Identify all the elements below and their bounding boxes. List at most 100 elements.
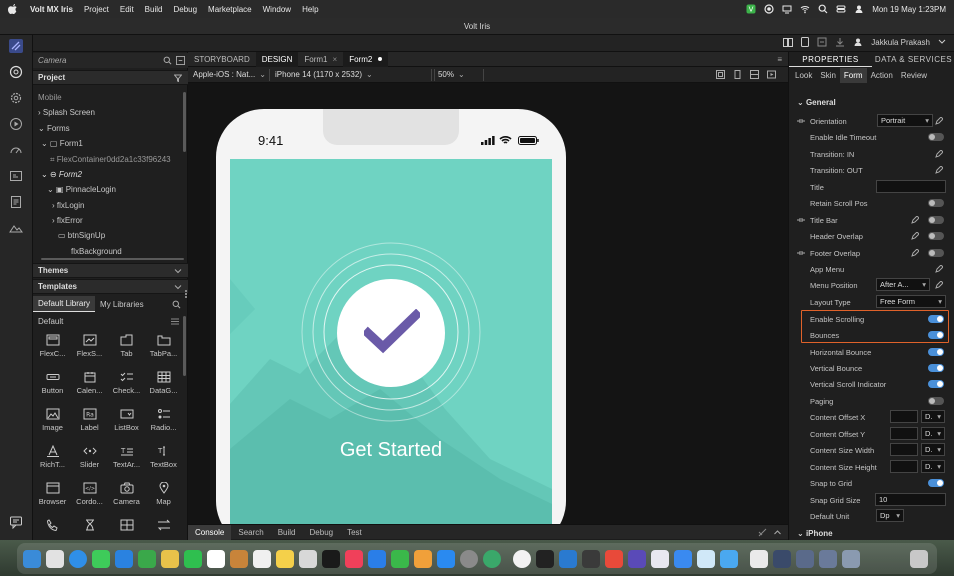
tab-my-libraries[interactable]: My Libraries [95,297,149,312]
menu-window[interactable]: Window [263,5,291,14]
menu-marketplace[interactable]: Marketplace [208,5,252,14]
widget-datagrid[interactable]: DataG... [145,369,182,405]
keynote-icon[interactable] [368,550,386,568]
wifi-icon[interactable] [800,4,810,14]
bounces-toggle[interactable] [928,331,944,339]
system-settings-icon[interactable] [460,550,478,568]
list-view-icon[interactable] [171,318,179,325]
code-icon[interactable] [9,169,23,183]
library-category[interactable]: Default [33,314,185,329]
content-offset-x-unit[interactable]: D. ▾ [921,410,945,423]
recent-doc-icon[interactable] [750,550,768,568]
tree-pinnaclelogin[interactable]: ⌄ ▣ PinnacleLogin [47,182,116,197]
content-size-width-unit[interactable]: D. ▾ [921,443,945,456]
widget-switch[interactable] [145,517,182,531]
calendar-icon[interactable] [207,550,225,568]
search-icon[interactable] [172,300,181,309]
tree-forms[interactable]: ⌄ Forms [38,121,70,136]
chat-icon[interactable] [9,515,23,529]
menu-position-select[interactable]: After A... ▾ [876,278,930,291]
recent-window-icon[interactable] [796,550,814,568]
tab-debug[interactable]: Debug [303,525,341,540]
widget-textarea[interactable]: T TextAr... [108,443,145,479]
content-offset-y-input[interactable] [890,427,918,440]
contacts-icon[interactable] [230,550,248,568]
widget-slider[interactable]: Slider [71,443,108,479]
vscode-icon[interactable] [559,550,577,568]
tab-search[interactable]: Search [231,525,270,540]
account-name[interactable]: Jakkula Prakash [871,38,930,47]
content-offset-y-unit[interactable]: D. ▾ [921,427,945,440]
widget-radio[interactable]: Radio... [145,406,182,442]
edit-icon[interactable] [935,150,943,158]
tree-form1[interactable]: ⌄ ▢ Form1 [41,136,83,151]
trash-icon[interactable] [910,550,928,568]
search-input[interactable]: Camera [38,56,66,65]
tab-form1[interactable]: Form1 × [298,52,343,67]
snap-to-grid-toggle[interactable] [928,479,944,487]
templates-section-header[interactable]: Templates [33,279,188,294]
idle-timeout-toggle[interactable] [928,133,944,141]
play-icon[interactable] [9,117,23,131]
close-icon[interactable]: × [333,55,338,64]
widget-cordova[interactable]: </> Cordo... [71,480,108,516]
project-section-header[interactable]: Project [33,70,188,85]
widget-tabpane[interactable]: TabPa... [145,332,182,368]
title-bar-toggle[interactable] [928,216,944,224]
menu-debug[interactable]: Debug [173,5,197,14]
snap-grid-size-input[interactable]: 10 [875,493,946,506]
widget-textbox[interactable]: T TextBox [145,443,182,479]
tab-form2[interactable]: Form2 [343,51,389,67]
zoom-select[interactable]: 50% ⌄ [433,68,484,81]
retain-scroll-toggle[interactable] [928,199,944,207]
get-started-button[interactable]: Get Started [230,439,552,462]
widget-tab[interactable]: Tab [108,332,145,368]
clear-console-icon[interactable] [758,528,767,537]
recent-window-icon[interactable] [773,550,791,568]
filter-icon[interactable] [174,74,182,82]
menu-project[interactable]: Project [84,5,109,14]
widget-button[interactable]: Button [34,369,71,405]
recent-window-icon[interactable] [819,550,837,568]
search-icon[interactable] [818,4,828,14]
project-explorer-icon[interactable] [9,65,23,79]
chevron-up-icon[interactable] [773,528,782,537]
chevron-down-icon[interactable] [938,39,946,45]
menu-build[interactable]: Build [145,5,163,14]
tree-flxlogin[interactable]: › flxLogin [52,198,84,213]
widget-flexcontainer[interactable]: FlexC... [34,332,71,368]
volt-iris-icon[interactable] [628,550,646,568]
horizontal-bounce-toggle[interactable] [928,348,944,356]
chevron-down-icon[interactable] [174,267,182,275]
chevron-down-icon[interactable] [174,283,182,291]
record-icon[interactable] [764,4,774,14]
display-icon[interactable] [782,4,792,14]
tree-mobile[interactable]: Mobile [38,90,62,105]
mail-icon[interactable] [115,550,133,568]
tab-data-services[interactable]: DATA & SERVICES [872,52,954,67]
collapse-panel-icon[interactable] [176,56,185,65]
app-dark-icon[interactable] [582,550,600,568]
widget-listbox[interactable]: ListBox [108,406,145,442]
numbers-icon[interactable] [391,550,409,568]
menu-datetime[interactable]: Mon 19 May 1:23PM [872,5,946,14]
widget-map[interactable]: Map [145,480,182,516]
portrait-icon[interactable] [733,70,742,79]
enable-scrolling-toggle[interactable] [928,315,944,323]
vertical-bounce-toggle[interactable] [928,364,944,372]
general-group-header[interactable]: ⌄ General [797,98,836,107]
widget-grid-layout[interactable] [108,517,145,531]
tab-review[interactable]: Review [897,68,931,83]
build-icon[interactable] [817,37,827,47]
tabs-menu-icon[interactable]: ≡ [777,55,782,64]
tree-splash-screen[interactable]: › Splash Screen [38,105,95,120]
reminders-icon[interactable] [253,550,271,568]
platform-select[interactable]: Apple-iOS : Nat... ⌄ [190,68,270,81]
freeform-icon[interactable] [299,550,317,568]
xcode-icon[interactable] [651,550,669,568]
facetime-icon[interactable] [184,550,202,568]
notes-icon[interactable] [276,550,294,568]
tab-properties[interactable]: PROPERTIES [789,52,872,67]
library-scrollbar[interactable] [183,316,186,376]
tab-skin[interactable]: Skin [816,68,840,83]
